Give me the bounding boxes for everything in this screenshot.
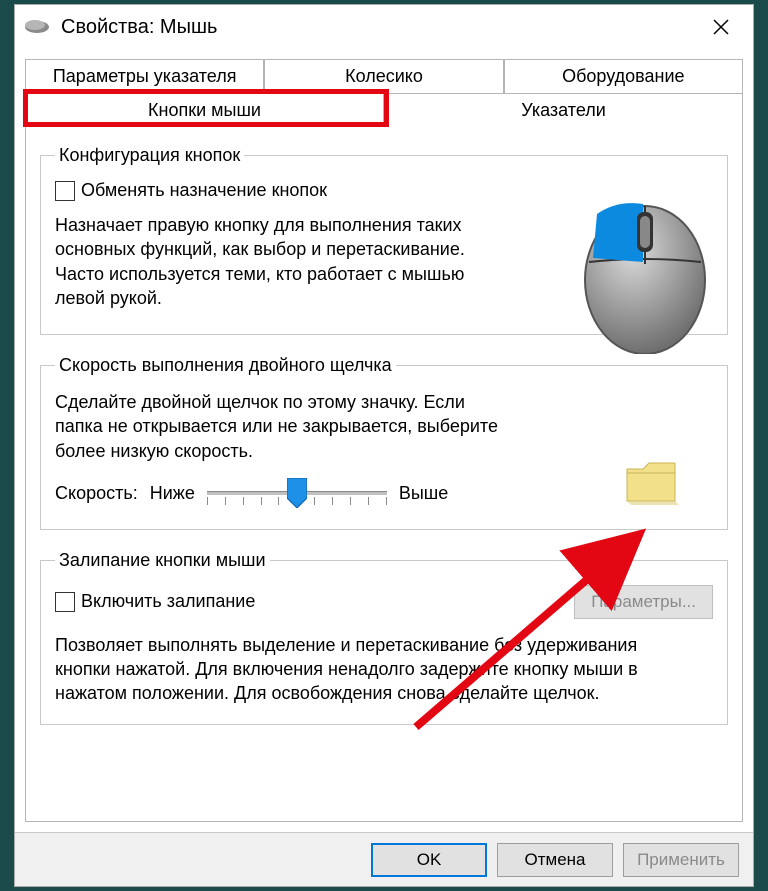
speed-low-label: Ниже <box>150 483 195 504</box>
titlebar: Свойства: Мышь <box>15 5 753 49</box>
doubleclick-test-folder-icon[interactable] <box>623 457 679 507</box>
group-button-config-legend: Конфигурация кнопок <box>55 145 244 166</box>
doubleclick-desc: Сделайте двойной щелчок по этому значку.… <box>55 390 515 463</box>
tab-content: Конфигурация кнопок Обменять назначение … <box>25 127 743 822</box>
doubleclick-speed-slider[interactable] <box>207 477 387 511</box>
group-button-config: Конфигурация кнопок Обменять назначение … <box>40 145 728 335</box>
group-doubleclick-legend: Скорость выполнения двойного щелчка <box>55 355 396 376</box>
clicklock-label: Включить залипание <box>81 591 255 612</box>
tabs-area: Параметры указателя Колесико Оборудовани… <box>15 49 753 128</box>
group-doubleclick-speed: Скорость выполнения двойного щелчка Сдел… <box>40 355 728 530</box>
speed-label: Скорость: <box>55 483 138 504</box>
ok-button[interactable]: OK <box>371 843 487 877</box>
tab-hardware[interactable]: Оборудование <box>504 59 743 94</box>
dialog-footer: OK Отмена Применить <box>15 832 753 886</box>
close-button[interactable] <box>697 5 745 49</box>
slider-thumb[interactable] <box>287 478 307 508</box>
cancel-button[interactable]: Отмена <box>497 843 613 877</box>
clicklock-desc: Позволяет выполнять выделение и перетаск… <box>55 633 675 706</box>
swap-buttons-checkbox[interactable] <box>55 181 75 201</box>
window-title: Свойства: Мышь <box>61 16 697 39</box>
swap-buttons-desc: Назначает правую кнопку для выполнения т… <box>55 213 485 310</box>
apply-button: Применить <box>623 843 739 877</box>
clicklock-settings-button: Параметры... <box>574 585 713 619</box>
mouse-device-icon <box>23 18 51 36</box>
tab-pointer-options[interactable]: Параметры указателя <box>25 59 264 94</box>
tab-wheel[interactable]: Колесико <box>264 59 503 94</box>
mouse-illustration-icon <box>577 186 713 354</box>
properties-window: Свойства: Мышь Параметры указателя Колес… <box>14 4 754 887</box>
clicklock-checkbox[interactable] <box>55 592 75 612</box>
speed-high-label: Выше <box>399 483 448 504</box>
tab-pointers[interactable]: Указатели <box>384 94 743 128</box>
tab-buttons[interactable]: Кнопки мыши <box>25 94 384 128</box>
group-clicklock: Залипание кнопки мыши Включить залипание… <box>40 550 728 725</box>
swap-buttons-label: Обменять назначение кнопок <box>81 180 327 201</box>
group-clicklock-legend: Залипание кнопки мыши <box>55 550 270 571</box>
